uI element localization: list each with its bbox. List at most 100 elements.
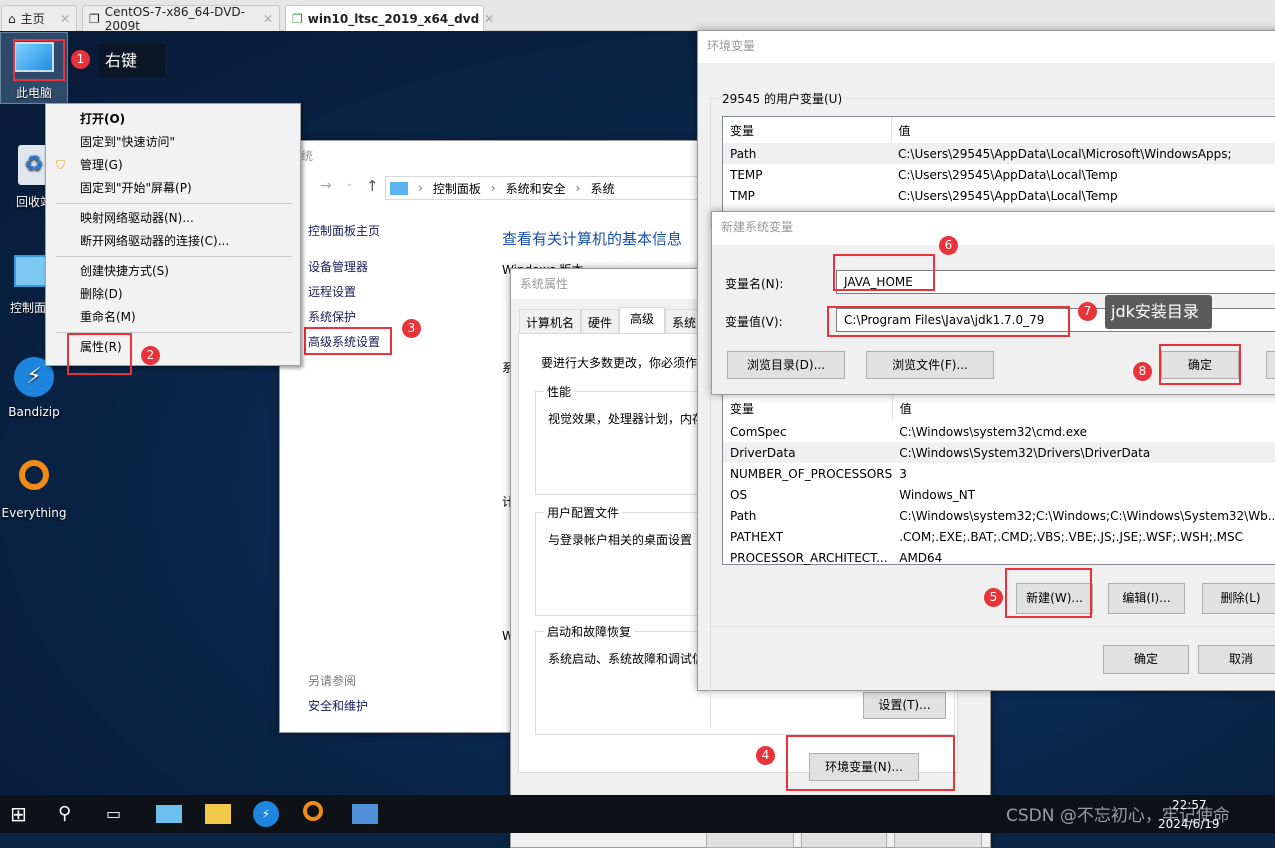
page-title: 查看有关计算机的基本信息 (502, 230, 683, 248)
computer-icon (390, 181, 408, 195)
sidebar-item-advanced-settings[interactable]: 高级系统设置 (308, 333, 380, 350)
menu-item-open[interactable]: 打开(O) (46, 108, 300, 131)
admin-notice: 要进行大多数更改，你必须作 (541, 356, 698, 370)
security-maintenance-link[interactable]: 安全和维护 (308, 697, 368, 714)
table-row[interactable]: PATHEXT .COM;.EXE;.BAT;.CMD;.VBS;.VBE;.JS… (723, 526, 1275, 547)
variable-name-cell: TMP (730, 188, 755, 203)
tab-home[interactable]: ⌂ 主页 ✕ (1, 5, 77, 31)
system-variables-table[interactable]: 变量 值 ComSpec C:\Windows\system32\cmd.exe D… (722, 395, 1275, 565)
ok-button[interactable]: 确定 (1103, 645, 1189, 674)
menu-item-pin-quick-access[interactable]: 固定到"快速访问" (46, 131, 300, 154)
up-icon[interactable]: ↑ (366, 177, 379, 195)
table-row[interactable]: TMP C:\Users\29545\AppData\Local\Temp (723, 185, 1275, 206)
system-icon[interactable] (352, 804, 378, 824)
tab-label: win10_ltsc_2019_x64_dvd (307, 11, 480, 26)
menu-item-pin-start[interactable]: 固定到"开始"屏幕(P) (46, 177, 300, 200)
table-row[interactable]: Path C:\Users\29545\AppData\Local\Microso… (723, 143, 1275, 164)
table-header: 变量 值 (723, 395, 1275, 421)
menu-separator (56, 203, 292, 204)
tab-computer-name[interactable]: 计算机名 (519, 309, 582, 336)
variable-value-cell: Windows_NT (899, 487, 976, 502)
variable-value-cell: .COM;.EXE;.BAT;.CMD;.VBS;.VBE;.JS;.JSE;.… (899, 529, 1244, 544)
variable-name-cell: Path (730, 508, 757, 523)
variable-name-cell: DriverData (723, 442, 893, 463)
task-view-icon[interactable]: ▭ (106, 801, 132, 827)
variable-name-input[interactable]: JAVA_HOME (836, 270, 1275, 294)
file-explorer-icon[interactable] (205, 804, 231, 824)
breadcrumb-item[interactable]: 系统和安全 (506, 180, 566, 197)
desktop-icon-label: Everything (1, 506, 67, 520)
column-header-value[interactable]: 值 (891, 117, 1275, 143)
environment-variables-button[interactable]: 环境变量(N)... (809, 753, 919, 781)
variable-value-cell: C:\Windows\system32;C:\Windows;C:\Window… (899, 508, 1275, 523)
browse-directory-button[interactable]: 浏览目录(D)... (727, 351, 845, 379)
bandizip-icon[interactable]: ⚡ (253, 801, 279, 827)
new-variable-button[interactable]: 新建(W)... (1016, 583, 1093, 614)
desktop-icon-label: Bandizip (8, 405, 60, 419)
browse-file-button[interactable]: 浏览文件(F)... (866, 351, 994, 379)
breadcrumb-item[interactable]: 控制面板 (433, 180, 481, 197)
menu-separator (56, 332, 292, 333)
menu-item-manage[interactable]: ⛉ 管理(G) (46, 154, 300, 177)
menu-item-disconnect-drive[interactable]: 断开网络驱动器的连接(C)... (46, 230, 300, 253)
column-header-value[interactable]: 值 (892, 395, 1275, 421)
variable-value-cell: AMD64 (899, 550, 943, 565)
column-header-variable[interactable]: 变量 (723, 395, 893, 421)
sidebar-item-control-panel-home[interactable]: 控制面板主页 (308, 222, 380, 239)
table-row[interactable]: PROCESSOR_ARCHITECT... AMD64 (723, 547, 1275, 568)
menu-item-create-shortcut[interactable]: 创建快捷方式(S) (46, 260, 300, 283)
forward-icon[interactable]: → (320, 178, 332, 194)
tab-strip: 计算机名 硬件 高级 系统 (519, 307, 704, 336)
desktop-icon-everything[interactable]: Everything (0, 460, 68, 520)
everything-icon (19, 460, 49, 490)
tab-advanced[interactable]: 高级 (619, 307, 666, 336)
variable-value-cell: C:\Users\29545\AppData\Local\Microsoft\W… (891, 143, 1275, 164)
close-tab-icon[interactable]: ✕ (60, 12, 70, 26)
menu-item-rename[interactable]: 重命名(M) (46, 306, 300, 329)
delete-variable-button[interactable]: 删除(L) (1202, 583, 1275, 614)
variable-value-cell: C:\Windows\System32\Drivers\DriverData (892, 442, 1275, 463)
menu-item-properties[interactable]: 属性(R) (46, 336, 300, 359)
group-description: 视觉效果，处理器计划，内存 (548, 412, 705, 426)
tab-label: CentOS-7-x86_64-DVD-2009t (104, 4, 245, 33)
step-badge: 2 (141, 346, 160, 365)
table-row[interactable]: NUMBER_OF_PROCESSORS 3 (723, 463, 1275, 484)
table-row[interactable]: ComSpec C:\Windows\system32\cmd.exe (723, 421, 1275, 442)
desktop-icon-this-pc[interactable]: 此电脑 (0, 40, 68, 101)
chevron-icon: › (418, 181, 423, 195)
start-icon[interactable]: ⊞ (10, 801, 36, 827)
user-variables-table[interactable]: 变量 值 Path C:\Users\29545\AppData\Local\Mi… (722, 116, 1275, 216)
variable-value-cell: C:\Users\29545\AppData\Local\Temp (898, 167, 1118, 182)
menu-item-delete[interactable]: 删除(D) (46, 283, 300, 306)
address-bar[interactable]: › 控制面板 › 系统和安全 › 系统 (385, 176, 715, 200)
sidebar-item-system-protection[interactable]: 系统保护 (308, 308, 356, 325)
table-row[interactable]: OS Windows_NT (723, 484, 1275, 505)
search-icon[interactable]: ⚲ (58, 801, 84, 827)
tab-label: 主页 (20, 12, 45, 26)
sidebar-item-remote-settings[interactable]: 远程设置 (308, 283, 356, 300)
startup-settings-button[interactable]: 设置(T)... (863, 692, 946, 719)
menu-item-map-drive[interactable]: 映射网络驱动器(N)... (46, 207, 300, 230)
tab-centos[interactable]: ❐ CentOS-7-x86_64-DVD-2009t ✕ (82, 4, 280, 33)
table-row[interactable]: TEMP C:\Users\29545\AppData\Local\Temp (723, 164, 1275, 185)
vm-icon: ❐ (89, 11, 100, 26)
edit-variable-button[interactable]: 编辑(I)... (1108, 583, 1185, 614)
step-badge: 3 (402, 319, 421, 338)
column-header-variable[interactable]: 变量 (723, 117, 892, 143)
close-tab-icon[interactable]: ✕ (484, 12, 494, 26)
desktop-icon-bandizip[interactable]: ⚡ Bandizip (0, 357, 68, 419)
recent-dropdown-icon[interactable]: ⌄ (345, 178, 353, 189)
breadcrumb-item[interactable]: 系统 (590, 180, 614, 197)
tab-hardware[interactable]: 硬件 (581, 309, 620, 336)
everything-icon[interactable] (303, 801, 323, 821)
control-panel-icon[interactable] (156, 805, 182, 823)
context-menu: 打开(O) 固定到"快速访问" ⛉ 管理(G) 固定到"开始"屏幕(P) 映射网络… (45, 103, 301, 366)
tab-win10[interactable]: ❐ win10_ltsc_2019_x64_dvd ✕ (285, 5, 494, 31)
cancel-button[interactable]: 取消 (1198, 645, 1275, 674)
table-row[interactable]: Path C:\Windows\system32;C:\Windows;C:\Wi… (723, 505, 1275, 526)
sidebar-item-device-manager[interactable]: 设备管理器 (308, 258, 368, 275)
ok-button[interactable]: 确定 (1161, 351, 1239, 379)
table-row[interactable]: DriverData C:\Windows\System32\Drivers\Dr… (723, 442, 1275, 463)
cancel-button[interactable] (1266, 351, 1275, 379)
close-tab-icon[interactable]: ✕ (263, 12, 273, 26)
